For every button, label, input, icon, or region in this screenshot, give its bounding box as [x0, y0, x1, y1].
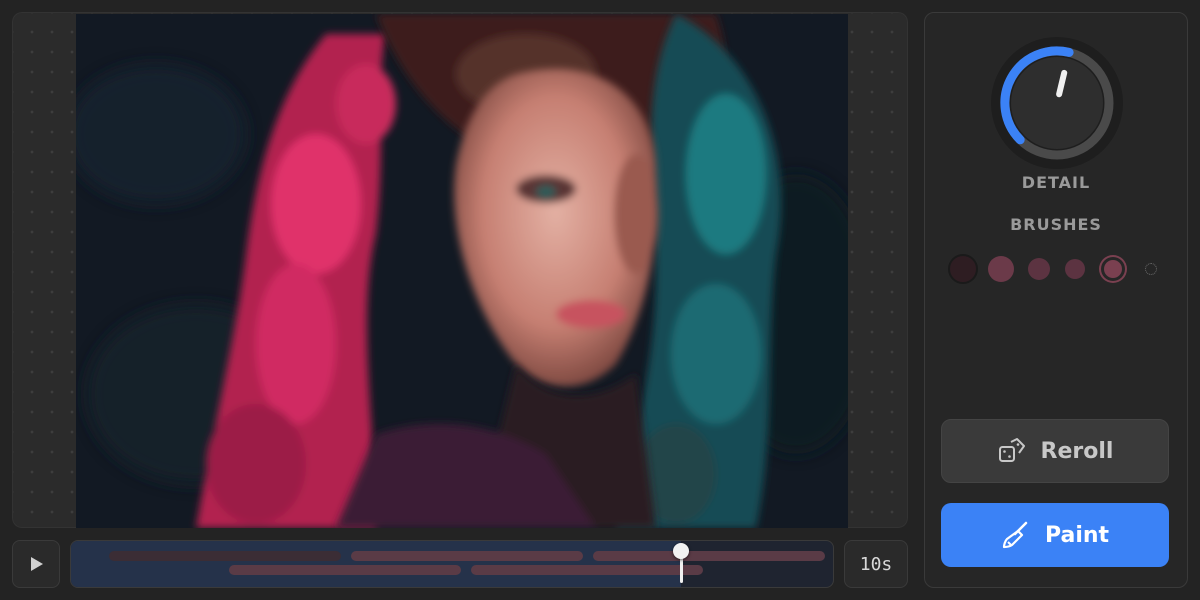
timeline-stroke	[471, 565, 703, 575]
timeline-stroke	[351, 551, 583, 561]
detail-knob[interactable]	[989, 35, 1125, 171]
timeline-stroke	[109, 551, 341, 561]
paint-button[interactable]: Paint	[941, 503, 1169, 567]
reroll-label: Reroll	[1040, 438, 1114, 464]
portrait-image	[76, 14, 848, 528]
dice-icon	[998, 438, 1025, 462]
brush-6-swatch[interactable]	[1145, 263, 1157, 275]
timeline-progress	[71, 541, 681, 587]
brush-4-swatch[interactable]	[1065, 259, 1085, 279]
paint-label: Paint	[1044, 522, 1110, 548]
reroll-button[interactable]: Reroll	[941, 419, 1169, 483]
brush-selector	[925, 251, 1187, 287]
play-icon	[31, 557, 43, 571]
brush-2-swatch[interactable]	[988, 256, 1014, 282]
brushes-label: BRUSHES	[1010, 215, 1102, 234]
timeline[interactable]	[70, 540, 834, 588]
duration-label: 10s	[844, 540, 908, 588]
scrubber-handle[interactable]	[673, 543, 689, 559]
play-button[interactable]	[12, 540, 60, 588]
detail-knob-dial	[991, 37, 1123, 169]
detail-label: DETAIL	[1021, 173, 1091, 192]
painted-portrait	[76, 14, 848, 528]
timeline-stroke	[593, 551, 825, 561]
brush-1-swatch[interactable]	[948, 254, 978, 284]
brush-5-swatch[interactable]	[1104, 260, 1122, 278]
side-panel: DETAIL BRUSHES Reroll Paint	[924, 12, 1188, 588]
paintbrush-icon	[1002, 521, 1028, 549]
brush-3-swatch[interactable]	[1028, 258, 1050, 280]
timeline-stroke	[229, 565, 461, 575]
